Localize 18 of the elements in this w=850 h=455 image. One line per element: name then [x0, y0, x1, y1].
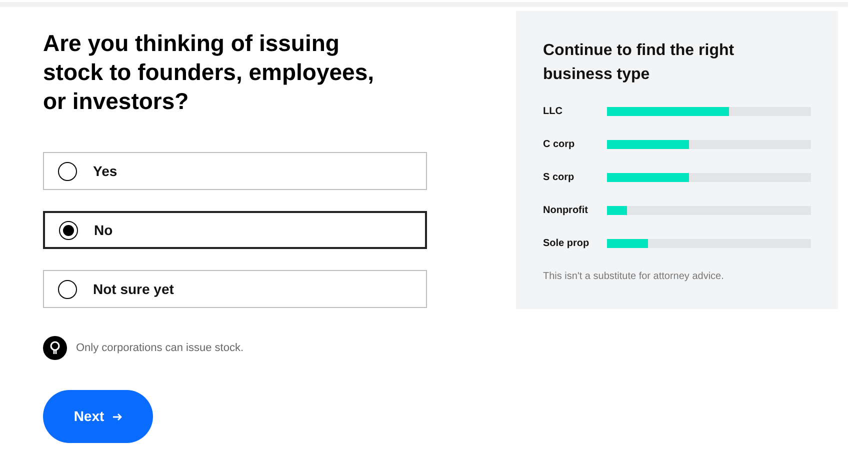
question-heading: Are you thinking of issuing stock to founders, employees, or investors?: [43, 29, 376, 116]
next-button[interactable]: Next: [43, 390, 153, 443]
business-type-label: S corp: [543, 170, 576, 184]
tip-text: Only corporations can issue stock.: [76, 340, 244, 356]
radio-option[interactable]: Yes: [43, 152, 427, 190]
lightbulb-icon: [43, 336, 67, 360]
business-type-label: Sole prop: [543, 236, 590, 250]
radio-icon: [58, 162, 77, 180]
business-type-label: LLC: [543, 104, 564, 118]
business-type-label: Nonprofit: [543, 204, 589, 218]
radio-option[interactable]: Not sure yet: [43, 270, 427, 308]
disclaimer-text: This isn't a substitute for attorney advice.: [543, 270, 725, 284]
arrow-right-icon: [112, 412, 122, 422]
business-type-label: C corp: [543, 138, 576, 152]
radio-icon: [58, 280, 77, 298]
radio-icon: [59, 220, 78, 240]
panel-title: Continue to find the right business type: [543, 41, 736, 85]
radio-option[interactable]: No: [43, 211, 427, 249]
